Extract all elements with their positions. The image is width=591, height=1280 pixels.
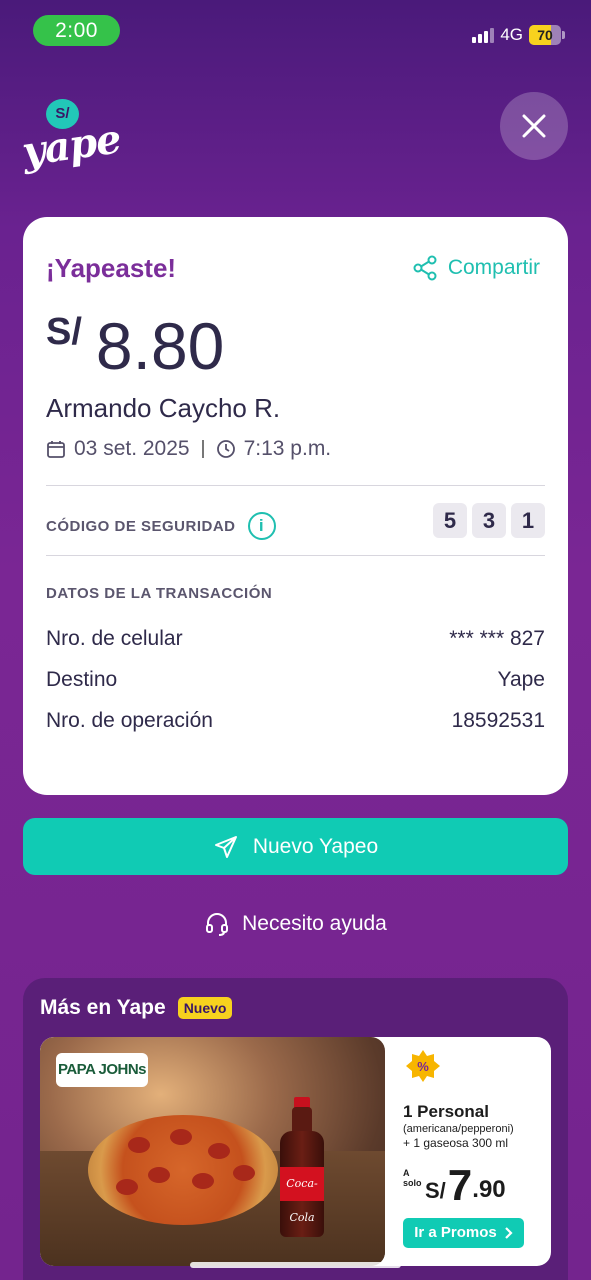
new-badge: Nuevo — [177, 997, 233, 1019]
help-link[interactable]: Necesito ayuda — [0, 911, 591, 937]
close-button[interactable] — [500, 92, 568, 160]
clock-icon — [216, 440, 235, 458]
pizza-image — [88, 1115, 278, 1225]
new-yapeo-label: Nuevo Yapeo — [252, 834, 379, 858]
amount-value: 8.80 — [95, 309, 225, 383]
chevron-right-icon — [504, 1226, 513, 1239]
price-decimal: .90 — [472, 1175, 506, 1203]
price-prefix: A solo — [403, 1167, 422, 1188]
share-button[interactable]: Compartir — [412, 255, 540, 281]
go-to-promos-label: Ir a Promos — [414, 1224, 497, 1242]
security-digit: 5 — [433, 503, 467, 538]
promo-line-1: 1 Personal — [403, 1102, 489, 1121]
transaction-datetime: 03 set. 2025 7:13 p.m. — [46, 437, 331, 461]
receipt-heading: ¡Yapeaste! — [46, 253, 177, 283]
row-value: 18592531 — [451, 709, 545, 732]
home-indicator[interactable] — [190, 1262, 401, 1268]
security-code-label: CÓDIGO DE SEGURIDAD i — [46, 512, 276, 540]
soda-bottle-image: Coca-Cola — [278, 1097, 326, 1237]
signal-icon — [472, 27, 495, 43]
share-icon — [413, 255, 437, 281]
row-label: Nro. de operación — [46, 709, 213, 732]
discount-badge-icon: % — [406, 1050, 440, 1082]
papa-johns-logo: PAPA JOHNs — [56, 1053, 148, 1087]
network-label: 4G — [500, 25, 523, 44]
send-icon — [214, 835, 237, 858]
status-indicators: 4G 70 — [472, 24, 565, 46]
amount-currency: S/ — [46, 311, 82, 353]
transaction-row-phone: Nro. de celular *** *** 827 — [46, 627, 545, 651]
close-icon — [522, 114, 546, 138]
promo-card[interactable]: Coca-Cola PAPA JOHNs % 1 Personal (ameri… — [40, 1037, 551, 1266]
security-digit: 3 — [472, 503, 506, 538]
row-label: Nro. de celular — [46, 627, 183, 650]
security-code: 5 3 1 — [433, 503, 545, 538]
info-icon[interactable]: i — [247, 512, 276, 540]
go-to-promos-button[interactable]: Ir a Promos — [403, 1217, 524, 1248]
promo-price: A solo S/ 7 .90 — [403, 1161, 543, 1210]
amount: S/ 8.80 — [46, 309, 224, 379]
recipient-name: Armando Caycho R. — [46, 393, 281, 423]
more-in-yape-section: Más en Yape Nuevo Coca-Cola PAPA JOHNs %… — [23, 978, 568, 1280]
bottle-label: Coca-Cola — [280, 1167, 324, 1224]
security-digit: 1 — [511, 503, 545, 538]
headset-icon — [206, 913, 229, 936]
status-time: 2:00 — [33, 15, 120, 46]
price-integer: 7 — [447, 1161, 473, 1210]
section-title: Más en Yape Nuevo — [40, 996, 233, 1020]
battery-level: 70 — [537, 27, 553, 43]
transaction-date: 03 set. 2025 — [74, 437, 190, 460]
help-label: Necesito ayuda — [242, 912, 387, 935]
battery-icon: 70 — [529, 25, 565, 45]
divider — [46, 485, 545, 486]
receipt-card: ¡Yapeaste! Compartir S/ 8.80 Armando Cay… — [23, 217, 568, 795]
transaction-row-operation: Nro. de operación 18592531 — [46, 709, 545, 733]
security-label-text: CÓDIGO DE SEGURIDAD — [46, 517, 236, 535]
promo-line-2: (americana/pepperoni) — [403, 1123, 514, 1135]
transaction-data-title: DATOS DE LA TRANSACCIÓN — [46, 585, 273, 602]
logo-text: yape — [19, 115, 124, 176]
promo-image: Coca-Cola PAPA JOHNs — [40, 1037, 385, 1266]
promo-line-3: + 1 gaseosa 300 ml — [403, 1136, 509, 1150]
share-label: Compartir — [447, 256, 540, 279]
promo-details: % 1 Personal (americana/pepperoni) + 1 g… — [403, 1049, 543, 1248]
row-label: Destino — [46, 668, 118, 691]
price-currency: S/ — [425, 1177, 446, 1203]
section-title-text: Más en Yape — [40, 996, 166, 1019]
svg-text:%: % — [417, 1059, 429, 1074]
divider — [46, 555, 545, 556]
transaction-row-destination: Destino Yape — [46, 668, 545, 692]
transaction-time: 7:13 p.m. — [243, 437, 332, 460]
yape-logo: S/ yape — [19, 96, 123, 188]
calendar-icon — [47, 441, 65, 458]
row-value: Yape — [497, 668, 546, 691]
row-value: *** *** 827 — [449, 627, 545, 650]
new-yapeo-button[interactable]: Nuevo Yapeo — [23, 818, 568, 875]
